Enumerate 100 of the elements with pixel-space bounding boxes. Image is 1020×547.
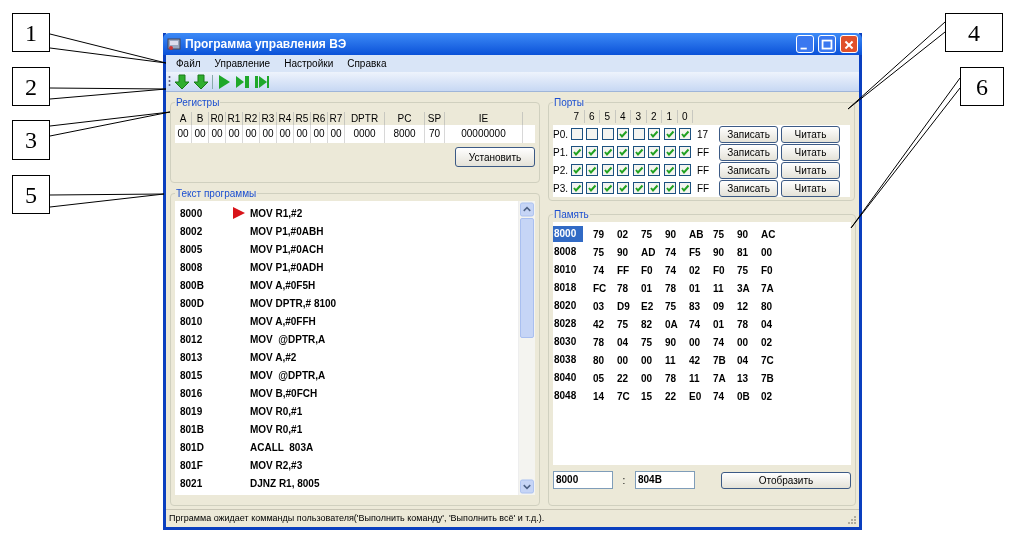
bit-checkbox[interactable]: [601, 128, 614, 140]
memory-byte: 74: [593, 263, 606, 278]
memory-byte: 78: [665, 281, 678, 296]
bit-checkbox[interactable]: [617, 146, 630, 158]
step-to-end-icon[interactable]: [254, 73, 270, 90]
bit-checkbox[interactable]: [586, 164, 599, 176]
down-arrow-icon[interactable]: [193, 73, 209, 90]
memory-byte: AB: [689, 227, 705, 242]
bit-checkbox[interactable]: [663, 164, 676, 176]
resize-grip-icon[interactable]: [846, 513, 856, 524]
bit-checkbox[interactable]: [617, 128, 630, 140]
bit-checkbox[interactable]: [601, 164, 614, 176]
bit-checkbox[interactable]: [586, 146, 599, 158]
memory-address[interactable]: 8020: [553, 298, 583, 314]
read-button[interactable]: Читать: [781, 161, 840, 179]
menu-item[interactable]: Настройки: [284, 56, 334, 71]
write-button[interactable]: Записать: [719, 143, 778, 161]
memory-address[interactable]: 8000: [553, 226, 583, 242]
memory-byte: 75: [713, 227, 726, 242]
display-button[interactable]: Отобразить: [721, 471, 851, 489]
bit-checkbox[interactable]: [570, 164, 583, 176]
scroll-thumb[interactable]: [520, 218, 534, 338]
register-field[interactable]: 00: [311, 125, 328, 143]
write-button[interactable]: Записать: [719, 161, 778, 179]
bit-checkbox[interactable]: [663, 182, 676, 194]
bit-checkbox[interactable]: [570, 128, 583, 140]
bit-checkbox[interactable]: [601, 182, 614, 194]
scroll-down-icon[interactable]: [520, 479, 534, 494]
bit-checkbox[interactable]: [570, 182, 583, 194]
scrollbar[interactable]: [518, 201, 535, 495]
step-icon[interactable]: [235, 73, 251, 90]
memory-address[interactable]: 8010: [553, 262, 583, 278]
bit-checkbox[interactable]: [601, 146, 614, 158]
bit-checkbox[interactable]: [679, 164, 692, 176]
bit-checkbox[interactable]: [679, 146, 692, 158]
read-button[interactable]: Читать: [781, 143, 840, 161]
register-field[interactable]: 00: [328, 125, 345, 143]
menu-item[interactable]: Файл: [176, 56, 201, 71]
bit-checkbox[interactable]: [632, 164, 645, 176]
bit-checkbox[interactable]: [648, 182, 661, 194]
memory-byte: 7A: [761, 281, 775, 296]
register-field[interactable]: 00: [226, 125, 243, 143]
memory-byte: 00: [617, 353, 630, 368]
callout-label: 2: [12, 67, 50, 106]
scroll-up-icon[interactable]: [520, 202, 534, 217]
register-field[interactable]: 0000: [345, 125, 385, 143]
register-field[interactable]: 00: [260, 125, 277, 143]
play-icon[interactable]: [216, 73, 232, 90]
memory-address[interactable]: 8048: [553, 388, 583, 404]
register-field[interactable]: 00: [277, 125, 294, 143]
read-button[interactable]: Читать: [781, 179, 840, 197]
bit-checkbox[interactable]: [632, 146, 645, 158]
end-address-field[interactable]: 804B: [635, 471, 695, 489]
register-field[interactable]: 00: [294, 125, 311, 143]
memory-address[interactable]: 8008: [553, 244, 583, 260]
write-button[interactable]: Записать: [719, 179, 778, 197]
callout-label: 5: [12, 175, 50, 214]
memory-byte: 00: [641, 353, 654, 368]
bit-checkbox[interactable]: [648, 128, 661, 140]
write-button[interactable]: Записать: [719, 125, 778, 143]
down-arrow-icon[interactable]: [174, 73, 190, 90]
bit-checkbox[interactable]: [586, 128, 599, 140]
register-field[interactable]: 70: [425, 125, 445, 143]
maximize-icon[interactable]: [818, 35, 836, 53]
register-field[interactable]: 8000: [385, 125, 425, 143]
bit-checkbox[interactable]: [632, 128, 645, 140]
register-field[interactable]: 00: [209, 125, 226, 143]
bit-checkbox[interactable]: [617, 164, 630, 176]
bit-checkbox[interactable]: [663, 146, 676, 158]
memory-address[interactable]: 8030: [553, 334, 583, 350]
register-field[interactable]: 00000000: [445, 125, 523, 143]
memory-address[interactable]: 8028: [553, 316, 583, 332]
bit-checkbox[interactable]: [617, 182, 630, 194]
bit-checkbox[interactable]: [648, 164, 661, 176]
line-address: 8002: [180, 224, 204, 239]
memory-byte: AC: [761, 227, 777, 242]
group-title: Текст программы: [175, 187, 258, 201]
register-field[interactable]: 00: [243, 125, 260, 143]
memory-byte: AD: [641, 245, 657, 260]
memory-address[interactable]: 8018: [553, 280, 583, 296]
bit-checkbox[interactable]: [679, 182, 692, 194]
memory-byte: 82: [641, 317, 654, 332]
read-button[interactable]: Читать: [781, 125, 840, 143]
minimize-icon[interactable]: [796, 35, 814, 53]
close-icon[interactable]: [840, 35, 858, 53]
bit-checkbox[interactable]: [586, 182, 599, 194]
bit-checkbox[interactable]: [648, 146, 661, 158]
register-field[interactable]: 00: [175, 125, 192, 143]
bit-checkbox[interactable]: [632, 182, 645, 194]
start-address-field[interactable]: 8000: [553, 471, 613, 489]
bit-checkbox[interactable]: [570, 146, 583, 158]
memory-address[interactable]: 8040: [553, 370, 583, 386]
bit-checkbox[interactable]: [679, 128, 692, 140]
set-button[interactable]: Установить: [455, 147, 535, 167]
register-field[interactable]: 00: [192, 125, 209, 143]
bit-checkbox[interactable]: [663, 128, 676, 140]
memory-address[interactable]: 8038: [553, 352, 583, 368]
menu-item[interactable]: Справка: [347, 56, 387, 71]
memory-byte: 75: [737, 263, 750, 278]
menu-item[interactable]: Управление: [214, 56, 271, 71]
